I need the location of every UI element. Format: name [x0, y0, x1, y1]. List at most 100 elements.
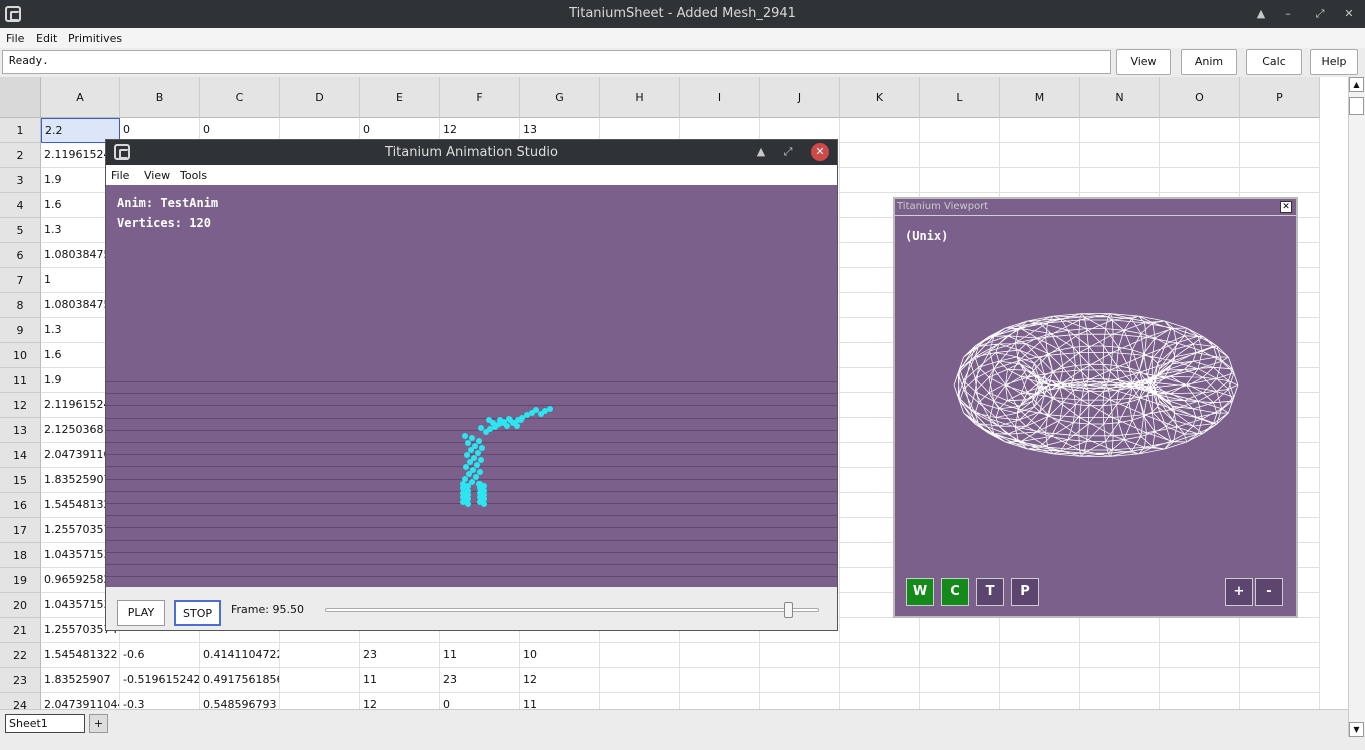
grid-cell[interactable]	[840, 118, 920, 143]
grid-cell[interactable]: 11	[520, 693, 600, 709]
grid-cell[interactable]	[680, 693, 760, 709]
grid-cell[interactable]	[1160, 118, 1240, 143]
grid-cell[interactable]: -0.6	[120, 643, 200, 668]
horizontal-scrollbar[interactable]	[0, 737, 1365, 750]
column-header-n[interactable]: N	[1080, 77, 1160, 118]
grid-cell[interactable]	[1240, 118, 1320, 143]
grid-cell[interactable]	[1240, 668, 1320, 693]
grid-cell[interactable]	[1080, 618, 1160, 643]
menu-primitives[interactable]: Primitives	[68, 32, 122, 45]
grid-cell[interactable]: 11	[360, 668, 440, 693]
grid-cell[interactable]	[920, 118, 1000, 143]
grid-cell[interactable]	[1080, 118, 1160, 143]
grid-cell[interactable]	[1000, 168, 1080, 193]
grid-cell[interactable]	[680, 643, 760, 668]
grid-cell[interactable]: 23	[360, 643, 440, 668]
grid-cell[interactable]	[1080, 693, 1160, 709]
grid-cell[interactable]	[1080, 143, 1160, 168]
help-button[interactable]: Help	[1310, 49, 1358, 75]
grid-cell[interactable]	[1240, 643, 1320, 668]
grid-cell[interactable]	[1240, 693, 1320, 709]
row-header[interactable]: 22	[0, 643, 41, 668]
zoom-out-button[interactable]: -	[1255, 578, 1283, 606]
grid-cell[interactable]	[840, 618, 920, 643]
grid-cell[interactable]	[1000, 618, 1080, 643]
row-header[interactable]: 24	[0, 693, 41, 709]
row-header[interactable]: 15	[0, 468, 41, 493]
grid-cell[interactable]: 11	[440, 643, 520, 668]
menu-edit[interactable]: Edit	[36, 32, 57, 45]
row-header[interactable]: 9	[0, 318, 41, 343]
column-header-f[interactable]: F	[440, 77, 520, 118]
grid-cell[interactable]	[1000, 143, 1080, 168]
column-header-k[interactable]: K	[840, 77, 920, 118]
grid-cell[interactable]	[280, 668, 360, 693]
grid-cell[interactable]: 0.4141104722	[200, 643, 280, 668]
points-toggle-button[interactable]: P	[1011, 578, 1039, 606]
row-header[interactable]: 4	[0, 193, 41, 218]
zoom-in-button[interactable]: +	[1225, 578, 1253, 606]
row-header[interactable]: 14	[0, 443, 41, 468]
sheet-tab[interactable]: Sheet1	[5, 714, 85, 733]
row-header[interactable]: 12	[0, 393, 41, 418]
close-icon[interactable]: ✕	[1340, 5, 1358, 23]
grid-cell[interactable]	[920, 693, 1000, 709]
grid-cell[interactable]: -0.3	[120, 693, 200, 709]
grid-cell[interactable]	[920, 618, 1000, 643]
grid-cell[interactable]	[1160, 668, 1240, 693]
grid-cell[interactable]	[840, 668, 920, 693]
view-button[interactable]: View	[1116, 49, 1171, 75]
row-header[interactable]: 21	[0, 618, 41, 643]
column-header-l[interactable]: L	[920, 77, 1000, 118]
grid-cell[interactable]: 10	[520, 643, 600, 668]
row-header[interactable]: 8	[0, 293, 41, 318]
column-header-e[interactable]: E	[360, 77, 440, 118]
vertical-scrollbar[interactable]: ▲ ▼	[1348, 77, 1365, 737]
column-header-h[interactable]: H	[600, 77, 680, 118]
studio-menu-view[interactable]: View	[144, 169, 170, 182]
column-header-o[interactable]: O	[1160, 77, 1240, 118]
stop-button[interactable]: STOP	[174, 600, 221, 626]
calc-button[interactable]: Calc	[1246, 49, 1302, 75]
grid-cell[interactable]	[920, 668, 1000, 693]
row-header[interactable]: 1	[0, 118, 41, 143]
row-header[interactable]: 11	[0, 368, 41, 393]
frame-slider-handle[interactable]	[783, 602, 793, 618]
row-header[interactable]: 16	[0, 493, 41, 518]
studio-shade-icon[interactable]: ▲	[752, 143, 770, 161]
grid-cell[interactable]	[1000, 668, 1080, 693]
grid-cell[interactable]: 0	[440, 693, 520, 709]
column-header-d[interactable]: D	[280, 77, 360, 118]
grid-cell[interactable]: -0.5196152422	[120, 668, 200, 693]
row-header[interactable]: 13	[0, 418, 41, 443]
grid-cell[interactable]	[920, 643, 1000, 668]
shade-icon[interactable]: ▲	[1252, 5, 1270, 23]
restore-icon[interactable]: ⤢	[1311, 5, 1329, 23]
grid-cell[interactable]	[280, 693, 360, 709]
grid-cell[interactable]: 2.0473911044	[41, 693, 120, 709]
play-button[interactable]: PLAY	[117, 600, 165, 626]
row-header[interactable]: 6	[0, 243, 41, 268]
grid-cell[interactable]	[680, 668, 760, 693]
grid-cell[interactable]	[840, 168, 920, 193]
grid-cell[interactable]	[600, 693, 680, 709]
column-header-j[interactable]: J	[760, 77, 840, 118]
grid-cell[interactable]: 1.545481322	[41, 643, 120, 668]
grid-cell[interactable]	[1160, 618, 1240, 643]
row-header[interactable]: 18	[0, 543, 41, 568]
grid-cell[interactable]	[600, 668, 680, 693]
scroll-down-icon[interactable]: ▼	[1349, 722, 1364, 737]
grid-cell[interactable]	[760, 668, 840, 693]
grid-cell[interactable]	[1160, 693, 1240, 709]
color-toggle-button[interactable]: C	[941, 578, 969, 606]
row-header[interactable]: 5	[0, 218, 41, 243]
column-header-i[interactable]: I	[680, 77, 760, 118]
column-header-m[interactable]: M	[1000, 77, 1080, 118]
grid-cell[interactable]	[840, 143, 920, 168]
grid-cell[interactable]	[760, 693, 840, 709]
grid-cell[interactable]	[920, 143, 1000, 168]
frame-slider[interactable]	[325, 602, 819, 618]
column-header-a[interactable]: A	[41, 77, 120, 118]
grid-cell[interactable]	[1240, 143, 1320, 168]
row-header[interactable]: 2	[0, 143, 41, 168]
